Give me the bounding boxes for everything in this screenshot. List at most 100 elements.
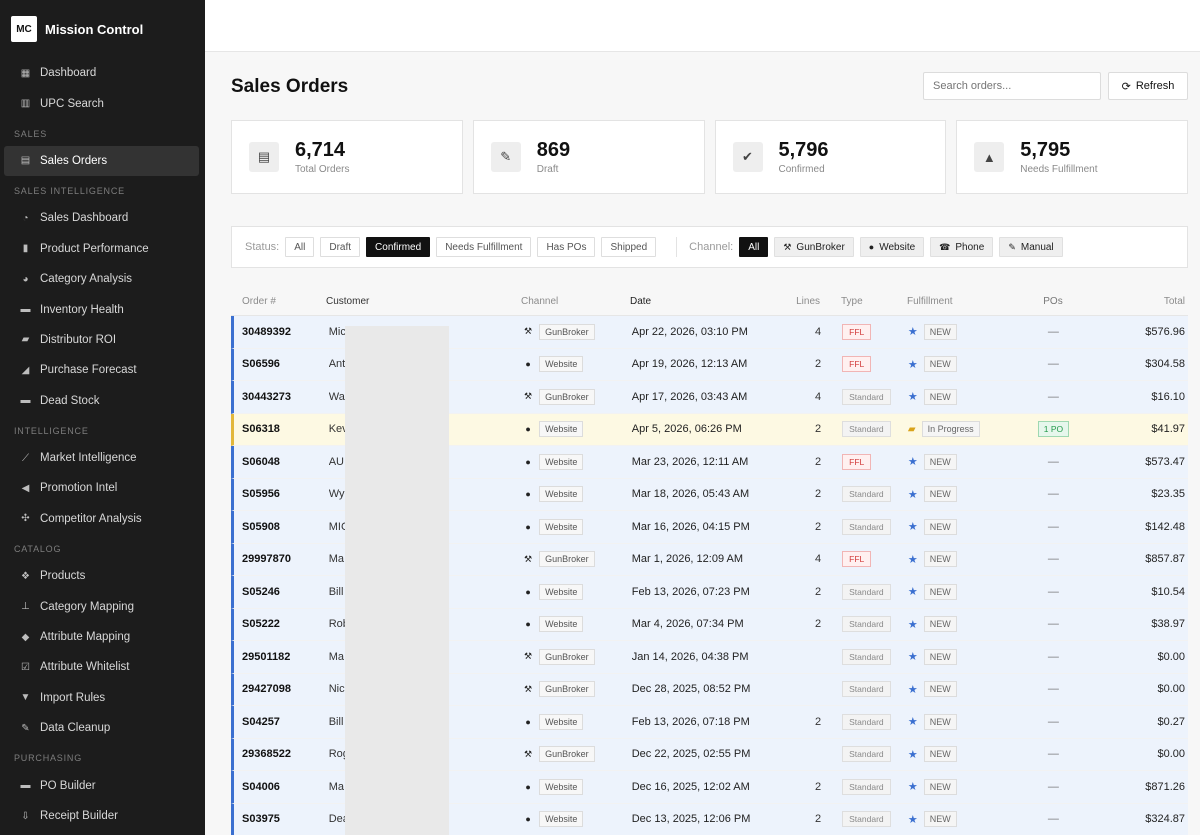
gavel-icon: ⚒ xyxy=(524,326,533,337)
order-total: $576.96 xyxy=(1145,325,1185,338)
gavel-icon: ⚒ xyxy=(524,391,533,402)
sidebar-item-products[interactable]: ❖ Products xyxy=(4,561,199,591)
order-number[interactable]: 30443273 xyxy=(234,391,329,403)
sidebar-item-market-intelligence[interactable]: ⟋ Market Intelligence xyxy=(4,443,199,473)
col-total[interactable]: Total xyxy=(1089,296,1188,307)
refresh-button[interactable]: ⟳ Refresh xyxy=(1108,72,1188,100)
type-badge: Standard xyxy=(842,811,891,828)
sidebar-item-po-builder[interactable]: ▬ PO Builder xyxy=(4,770,199,800)
col-pos[interactable]: POs xyxy=(1017,296,1089,307)
order-number[interactable]: S06596 xyxy=(234,358,329,370)
page-title: Sales Orders xyxy=(231,76,349,97)
channel-filter-manual[interactable]: ✎ Manual xyxy=(999,237,1063,257)
line-count: 2 xyxy=(815,618,822,631)
order-total: $0.00 xyxy=(1157,748,1185,761)
order-number[interactable]: S05956 xyxy=(234,488,329,500)
channel-filter-all[interactable]: All xyxy=(739,237,769,257)
type-badge: Standard xyxy=(842,486,891,503)
status-filter-draft[interactable]: Draft xyxy=(320,237,361,257)
pos-empty: — xyxy=(1047,520,1059,533)
order-number[interactable]: S06048 xyxy=(234,456,329,468)
search-input[interactable] xyxy=(923,72,1101,100)
sidebar-item-receipt-builder[interactable]: ⇩ Receipt Builder xyxy=(4,801,199,831)
type-badge: FFL xyxy=(842,551,872,568)
sidebar-item-upc-search[interactable]: ▥ UPC Search xyxy=(4,88,199,118)
channel-filter-website[interactable]: ● Website xyxy=(859,237,925,257)
col-fulfillment[interactable]: Fulfillment xyxy=(907,296,1017,307)
fulfillment-badge: ▰ In Progress xyxy=(908,421,980,438)
sidebar-item-sales-dashboard[interactable]: ◔ Sales Dashboard xyxy=(4,203,199,233)
stat-value: 5,795 xyxy=(1020,139,1071,161)
col-channel[interactable]: Channel xyxy=(521,296,630,307)
sidebar-item-dashboard[interactable]: ▦ Dashboard xyxy=(4,58,199,88)
order-number[interactable]: 29427098 xyxy=(234,683,329,695)
col-lines[interactable]: Lines xyxy=(790,296,820,307)
fulfillment-status: NEW xyxy=(923,356,957,373)
sidebar-item-competitor-analysis[interactable]: ✣ Competitor Analysis xyxy=(4,504,199,534)
sidebar-item-category-mapping[interactable]: ⊥ Category Mapping xyxy=(4,591,199,621)
sidebar-item-dead-stock[interactable]: ▬ Dead Stock xyxy=(4,386,199,416)
globe-icon: ● xyxy=(525,716,531,727)
col-customer[interactable]: Customer xyxy=(326,296,521,307)
fulfillment-badge: ★ NEW xyxy=(908,713,957,730)
fulfillment-status: NEW xyxy=(923,323,957,340)
sidebar-item-category-analysis[interactable]: ◕ Category Analysis xyxy=(4,264,199,294)
channel-badge: ● Website xyxy=(523,453,584,470)
brand[interactable]: MC Mission Control xyxy=(0,0,205,58)
pos-cell: 1 PO xyxy=(1018,421,1090,438)
stat-card-needs-fulfillment: ▲ 5,795 Needs Fulfillment xyxy=(956,120,1188,194)
po-badge[interactable]: 1 PO xyxy=(1037,421,1070,438)
order-number[interactable]: S03975 xyxy=(234,813,329,825)
sidebar-item-attribute-whitelist[interactable]: ☑ Attribute Whitelist xyxy=(4,652,199,682)
order-number[interactable]: 29997870 xyxy=(234,553,329,565)
order-number[interactable]: 30489392 xyxy=(234,326,329,338)
fulfillment-cell: ★ NEW xyxy=(907,778,1018,795)
barcode-icon: ▥ xyxy=(20,98,31,110)
order-total: $0.27 xyxy=(1157,715,1185,728)
order-date: Mar 4, 2026, 07:34 PM xyxy=(631,618,744,631)
sidebar-item-distributor-roi[interactable]: ▰ Distributor ROI xyxy=(4,325,199,355)
sidebar-item-sales-orders[interactable]: ▤ Sales Orders xyxy=(4,145,199,177)
sidebar-item-promotion-intel[interactable]: ◀ Promotion Intel xyxy=(4,473,199,503)
order-date: Dec 28, 2025, 08:52 PM xyxy=(631,683,751,696)
sidebar-item-data-cleanup[interactable]: ✎ Data Cleanup xyxy=(4,713,199,743)
channel-filter-phone[interactable]: ☎ Phone xyxy=(930,237,994,257)
stat-label: Draft xyxy=(536,164,559,175)
sidebar-item-attribute-mapping[interactable]: ◆ Attribute Mapping xyxy=(4,622,199,652)
sidebar-item-product-performance[interactable]: ▮ Product Performance xyxy=(4,234,199,264)
stat-label: Total Orders xyxy=(295,164,350,175)
status-filter-shipped[interactable]: Shipped xyxy=(601,237,657,257)
order-number[interactable]: S05246 xyxy=(234,586,329,598)
order-number[interactable]: S06318 xyxy=(234,423,329,435)
status-filter-has-pos[interactable]: Has POs xyxy=(537,237,596,257)
download-icon: ⇩ xyxy=(21,810,30,822)
order-number[interactable]: S05222 xyxy=(234,618,329,630)
status-filter-needs-fulfillment[interactable]: Needs Fulfillment xyxy=(436,237,532,257)
channel-filter-gunbroker[interactable]: ⚒ GunBroker xyxy=(774,237,854,257)
pos-cell: — xyxy=(1018,716,1090,728)
stat-value: 5,796 xyxy=(778,139,829,161)
type-cell: Standard xyxy=(821,616,908,633)
status-filter-all[interactable]: All xyxy=(285,237,315,257)
sidebar-item-purchase-forecast[interactable]: ◢ Purchase Forecast xyxy=(4,355,199,385)
channel-badge: ● Website xyxy=(523,486,584,503)
channel-tag: Website xyxy=(539,778,584,795)
order-number[interactable]: 29501182 xyxy=(234,651,329,663)
fulfillment-badge: ★ NEW xyxy=(907,778,957,795)
sidebar-item-label: Dashboard xyxy=(40,67,97,80)
status-filter-confirmed[interactable]: Confirmed xyxy=(366,237,431,257)
fulfillment-status: NEW xyxy=(923,551,957,568)
col-order[interactable]: Order # xyxy=(231,296,326,307)
pos-cell: — xyxy=(1018,748,1090,760)
sidebar-item-import-rules[interactable]: ▼ Import Rules xyxy=(4,683,199,713)
channel-cell: ⚒ GunBroker xyxy=(523,551,632,568)
order-number[interactable]: S04257 xyxy=(234,716,329,728)
stat-card-confirmed: ✔ 5,796 Confirmed xyxy=(714,120,947,194)
order-number[interactable]: S04006 xyxy=(234,781,329,793)
star-icon: ★ xyxy=(907,781,918,794)
col-type[interactable]: Type xyxy=(820,296,907,307)
order-number[interactable]: 29368522 xyxy=(234,748,329,760)
sidebar-item-inventory-health[interactable]: ▬ Inventory Health xyxy=(4,294,199,324)
order-number[interactable]: S05908 xyxy=(234,521,329,533)
col-date[interactable]: Date xyxy=(630,296,790,307)
